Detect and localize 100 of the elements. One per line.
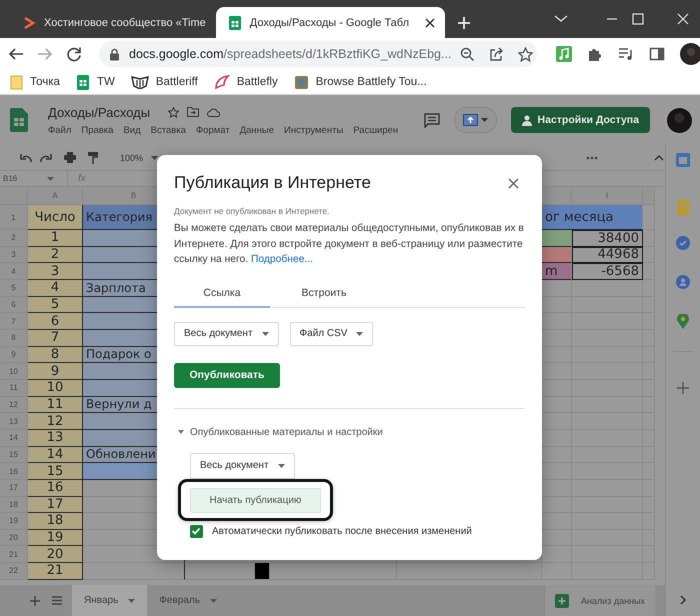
menu-item[interactable]: Расширен [353,124,398,136]
add-icon[interactable] [677,382,689,394]
row-number[interactable]: 13 [0,413,28,430]
board-icon [294,74,309,90]
dropdown[interactable]: Весь документ [190,452,295,478]
caret-icon [278,464,285,468]
menu-item[interactable]: Вид [123,124,141,136]
bookmark[interactable]: TW [76,74,115,90]
row-number[interactable]: 18 [0,496,28,514]
new-tab-icon[interactable] [457,16,472,30]
sheet-tab[interactable]: Январь [72,585,148,616]
menu-item[interactable]: Формат [196,124,230,136]
table-cell [643,230,655,247]
back-icon[interactable] [8,46,24,62]
add-sheet-icon[interactable] [30,596,40,606]
row-number[interactable]: 7 [0,313,28,330]
menu-item[interactable]: Вставка [150,124,186,136]
chevron-down-icon[interactable] [554,14,568,24]
name-box[interactable]: B16 [3,174,18,183]
row-number[interactable]: 11 [0,380,28,397]
row-number[interactable]: 22 [0,563,28,580]
learn-more-link[interactable]: Подробнее... [251,254,313,265]
row-number[interactable]: 21 [0,546,28,564]
collapse-icon[interactable] [654,154,664,160]
side-panel-icon[interactable] [649,46,665,62]
bookmark[interactable]: Точка [10,74,60,90]
bookmark[interactable]: Battleriff [130,75,198,89]
playlist-icon[interactable] [618,46,634,62]
row-number[interactable]: 10 [0,363,28,380]
row-number[interactable]: 20 [0,530,28,546]
chevron-right-icon[interactable] [680,595,686,605]
tab[interactable]: Встроить [274,280,374,308]
row-number[interactable]: 9 [0,346,28,364]
table-cell [542,563,572,580]
address-bar[interactable]: docs.google.com/spreadsheets/d/1kRBztfiKG_wdNzEbg... [99,41,537,67]
table-cell [643,246,655,264]
paint-format-icon[interactable] [88,152,98,164]
comment-icon[interactable] [424,112,440,128]
row-number[interactable]: 8 [0,330,28,347]
row-number[interactable]: 3 [0,246,28,264]
browser-tab[interactable]: Доходы/Расходы - Google Табл [216,7,446,38]
reload-icon[interactable] [66,46,82,62]
menu-item[interactable]: Файл [48,124,72,136]
caret-icon [480,118,488,122]
explore-button[interactable]: Анализ данных [544,585,655,616]
menu-item[interactable]: Инструменты [284,124,344,136]
row-number[interactable]: 12 [0,396,28,414]
table-cell: 3 [28,263,83,280]
redo-icon[interactable] [40,152,52,162]
start-publishing-button[interactable]: Начать публикацию [190,488,321,512]
share-icon[interactable] [489,46,504,62]
row-number[interactable]: 16 [0,463,28,480]
star-icon[interactable] [518,46,534,62]
zoom-out-icon[interactable] [460,46,476,62]
tab[interactable]: Ссылка [174,280,270,308]
close-icon[interactable] [425,18,436,28]
row-number[interactable]: 4 [0,263,28,280]
zoom-dropdown[interactable]: 100% [120,152,158,162]
folder-move-icon[interactable] [187,107,200,117]
dropdown[interactable]: Файл CSV [290,322,374,346]
table-cell: 18 [28,513,83,530]
row-number[interactable]: 15 [0,446,28,464]
column-header[interactable]: A [28,187,83,205]
more-icon[interactable] [586,156,598,160]
row-number[interactable]: 1 [0,205,28,230]
table-cell: Число [28,205,83,230]
star-icon[interactable] [168,106,180,118]
sheet-tab[interactable]: Февраль [147,585,229,616]
music-note-icon[interactable] [556,46,572,62]
checkbox[interactable] [190,524,203,538]
table-cell: 12 [28,413,83,430]
row-number[interactable]: 6 [0,296,28,314]
share-button[interactable]: Настройки Доступа [510,107,650,133]
section-toggle[interactable]: Опубликованные материалы и настройки [178,426,525,438]
menu-item[interactable]: Правка [81,124,114,136]
row-number[interactable]: 5 [0,280,28,297]
caret-icon [210,598,217,602]
bookmark[interactable]: Battlefly [214,74,278,90]
cloud-icon[interactable] [207,108,220,116]
document-title[interactable]: Доходы/Расходы [48,104,150,120]
row-number[interactable]: 2 [0,230,28,247]
present-button[interactable] [454,107,497,133]
undo-icon[interactable] [20,152,32,162]
table-cell: 5 [28,296,83,314]
publish-button[interactable]: Опубликовать [174,362,280,388]
chevron-icon [22,16,36,30]
row-number[interactable]: 17 [0,480,28,496]
row-number[interactable]: 19 [0,513,28,530]
puzzle-icon[interactable] [587,46,603,62]
maximize-icon[interactable] [632,13,644,25]
avatar-icon[interactable] [680,43,700,65]
row-number[interactable]: 14 [0,430,28,447]
spreadsheet-icon [76,74,90,90]
print-icon[interactable] [64,152,76,163]
bookmark[interactable]: Browse Battlefy Tou... [294,74,427,90]
close-icon[interactable] [508,178,519,188]
menu-item[interactable]: Данные [240,124,274,136]
dropdown[interactable]: Весь документ [174,322,279,346]
sheet-list-icon[interactable] [52,596,62,605]
avatar-icon[interactable] [667,108,692,132]
